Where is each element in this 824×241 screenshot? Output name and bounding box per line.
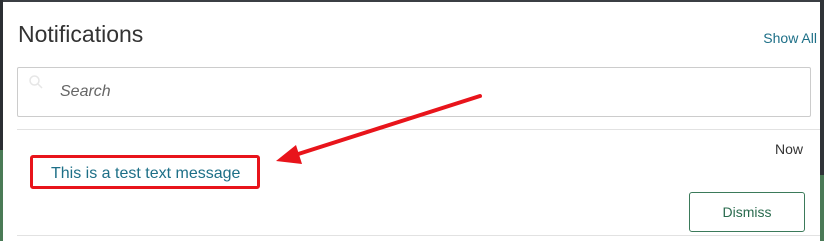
annotation-highlight-box [30, 155, 260, 189]
panel-title: Notifications [18, 21, 144, 47]
screenshot-frame: Notifications Show All Now This is a tes… [0, 0, 824, 241]
search-input[interactable] [60, 80, 780, 104]
divider-bottom [17, 235, 820, 236]
divider [17, 129, 820, 130]
search-icon [29, 75, 43, 89]
search-box[interactable] [17, 67, 811, 117]
notification-timestamp: Now [774, 141, 803, 157]
dismiss-button[interactable]: Dismiss [689, 192, 805, 232]
background-edge-right-accent [820, 175, 824, 241]
notifications-panel: Notifications Show All Now This is a tes… [3, 2, 820, 241]
show-all-link[interactable]: Show All [763, 30, 817, 46]
